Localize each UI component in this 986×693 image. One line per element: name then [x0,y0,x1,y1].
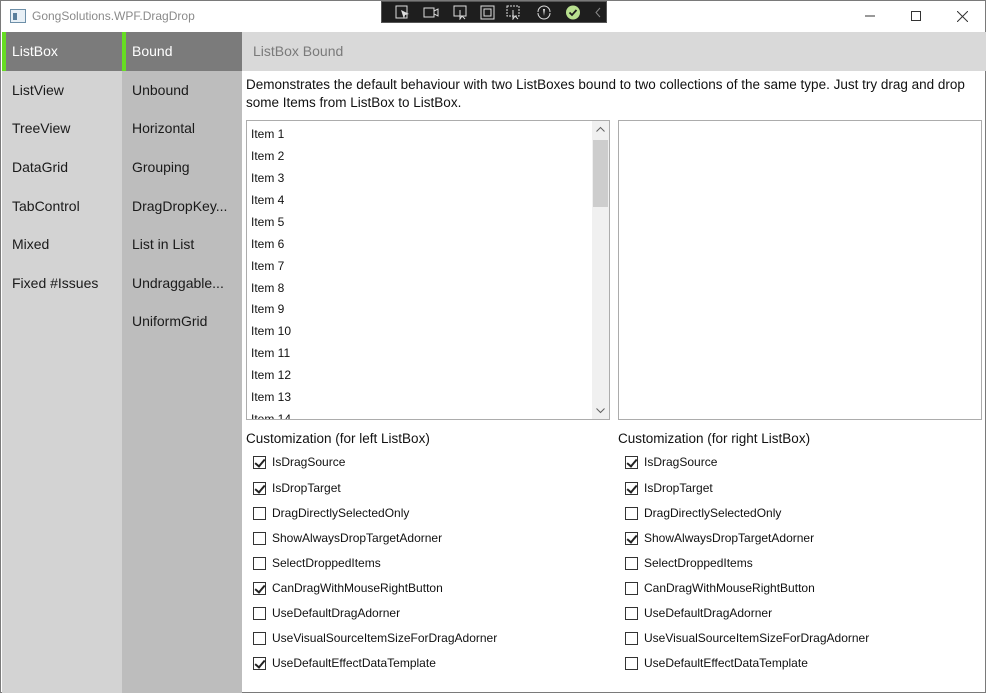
drag-directly-selected-only-label[interactable]: DragDirectlySelectedOnly [272,506,409,520]
select-dropped-items-checkbox[interactable] [625,557,638,570]
show-always-drop-target-adorner-checkbox[interactable] [625,532,638,545]
use-default-effect-data-template-label[interactable]: UseDefaultEffectDataTemplate [644,656,808,670]
list-item[interactable]: Item 7 [251,259,284,273]
use-default-drag-adorner-checkbox[interactable] [253,607,266,620]
check-icon[interactable] [565,5,581,20]
right-listbox[interactable] [618,120,982,420]
list-item[interactable]: Item 3 [251,171,284,185]
list-item[interactable]: Item 13 [251,390,291,404]
drag-directly-selected-only-checkbox[interactable] [253,507,266,520]
can-drag-with-mouse-right-button-label[interactable]: CanDragWithMouseRightButton [644,581,815,595]
left-listbox[interactable]: Item 1 Item 2 Item 3 Item 4 Item 5 Item … [246,120,610,420]
use-visual-source-item-size-for-drag-adorner-label[interactable]: UseVisualSourceItemSizeForDragAdorner [644,631,869,645]
menu-item-list-in-list[interactable]: List in List [122,225,242,264]
list-item[interactable]: Item 6 [251,237,284,251]
menu-item-listview[interactable]: ListView [2,71,122,110]
minimize-button[interactable] [847,1,893,32]
use-default-drag-adorner-label[interactable]: UseDefaultDragAdorner [644,606,772,620]
page-title: ListBox Bound [242,32,986,71]
is-drop-target-checkbox[interactable] [625,482,638,495]
page-description: Demonstrates the default behaviour with … [246,77,965,110]
select-dropped-items-label[interactable]: SelectDroppedItems [644,556,753,570]
show-always-drop-target-adorner-checkbox[interactable] [253,532,266,545]
scroll-thumb[interactable] [593,140,608,207]
use-default-drag-adorner-label[interactable]: UseDefaultDragAdorner [272,606,400,620]
show-always-drop-target-adorner-label[interactable]: ShowAlwaysDropTargetAdorner [644,531,814,545]
use-default-effect-data-template-checkbox[interactable] [625,657,638,670]
primary-menu: ListBox ListView TreeView DataGrid TabCo… [2,32,122,693]
close-icon [956,11,968,22]
app-window: GongSolutions.WPF.DragDrop ListBox ListV… [0,0,986,693]
scroll-down-icon[interactable] [592,402,609,419]
maximize-button[interactable] [893,1,939,32]
use-default-effect-data-template-checkbox[interactable] [253,657,266,670]
use-visual-source-item-size-for-drag-adorner-checkbox[interactable] [253,632,266,645]
menu-item-uniformgrid[interactable]: UniformGrid [122,302,242,341]
list-item[interactable]: Item 4 [251,193,284,207]
menu-item-dragdropkey[interactable]: DragDropKey... [122,187,242,226]
collapse-icon[interactable] [590,5,606,20]
use-visual-source-item-size-for-drag-adorner-checkbox[interactable] [625,632,638,645]
can-drag-with-mouse-right-button-checkbox[interactable] [625,582,638,595]
is-drop-target-label[interactable]: IsDropTarget [644,481,713,495]
menu-item-undraggable[interactable]: Undraggable... [122,264,242,303]
menu-item-horizontal[interactable]: Horizontal [122,109,242,148]
menu-item-grouping[interactable]: Grouping [122,148,242,187]
menu-item-datagrid[interactable]: DataGrid [2,148,122,187]
list-item[interactable]: Item 2 [251,149,284,163]
select-element-icon[interactable] [395,5,411,20]
drag-directly-selected-only-checkbox[interactable] [625,507,638,520]
list-item[interactable]: Item 9 [251,302,284,316]
is-drop-target-label[interactable]: IsDropTarget [272,481,341,495]
customization-left-title: Customization (for left ListBox) [246,431,430,446]
secondary-menu: Bound Unbound Horizontal Grouping DragDr… [122,32,242,693]
list-item[interactable]: Item 1 [251,127,284,141]
menu-item-treeview[interactable]: TreeView [2,109,122,148]
is-drag-source-checkbox[interactable] [253,456,266,469]
app-icon [10,9,26,23]
menu-item-bound[interactable]: Bound [122,32,242,71]
menu-item-fixed-issues[interactable]: Fixed #Issues [2,264,122,303]
menu-item-tabcontrol[interactable]: TabControl [2,187,122,226]
vertical-scrollbar[interactable] [592,121,609,419]
list-item[interactable]: Item 5 [251,215,284,229]
list-item[interactable]: Item 10 [251,324,291,338]
is-drag-source-label[interactable]: IsDragSource [272,455,345,469]
close-button[interactable] [939,1,985,32]
maximize-icon [911,11,921,21]
select-dropped-items-checkbox[interactable] [253,557,266,570]
list-item[interactable]: Item 8 [251,281,284,295]
hot-reload-icon[interactable] [536,5,552,20]
use-default-drag-adorner-checkbox[interactable] [625,607,638,620]
drag-directly-selected-only-label[interactable]: DragDirectlySelectedOnly [644,506,781,520]
list-item[interactable]: Item 14 [251,412,291,419]
select-dropped-items-label[interactable]: SelectDroppedItems [272,556,381,570]
use-default-effect-data-template-label[interactable]: UseDefaultEffectDataTemplate [272,656,436,670]
show-always-drop-target-adorner-label[interactable]: ShowAlwaysDropTargetAdorner [272,531,442,545]
video-icon[interactable] [423,5,439,20]
customization-right-title: Customization (for right ListBox) [618,431,811,446]
list-item[interactable]: Item 12 [251,368,291,382]
menu-item-unbound[interactable]: Unbound [122,71,242,110]
can-drag-with-mouse-right-button-checkbox[interactable] [253,582,266,595]
scroll-up-icon[interactable] [592,121,609,138]
is-drop-target-checkbox[interactable] [253,482,266,495]
is-drag-source-checkbox[interactable] [625,456,638,469]
can-drag-with-mouse-right-button-label[interactable]: CanDragWithMouseRightButton [272,581,443,595]
pointer-icon[interactable] [453,5,469,20]
track-focus-icon[interactable] [506,5,522,20]
window-title: GongSolutions.WPF.DragDrop [32,9,195,23]
is-drag-source-label[interactable]: IsDragSource [644,455,717,469]
use-visual-source-item-size-for-drag-adorner-label[interactable]: UseVisualSourceItemSizeForDragAdorner [272,631,497,645]
minimize-icon [865,15,875,17]
menu-item-mixed[interactable]: Mixed [2,225,122,264]
list-item[interactable]: Item 11 [251,346,290,360]
menu-item-listbox[interactable]: ListBox [2,32,122,71]
bounds-icon[interactable] [480,5,496,20]
xaml-debug-toolbar [381,1,607,23]
